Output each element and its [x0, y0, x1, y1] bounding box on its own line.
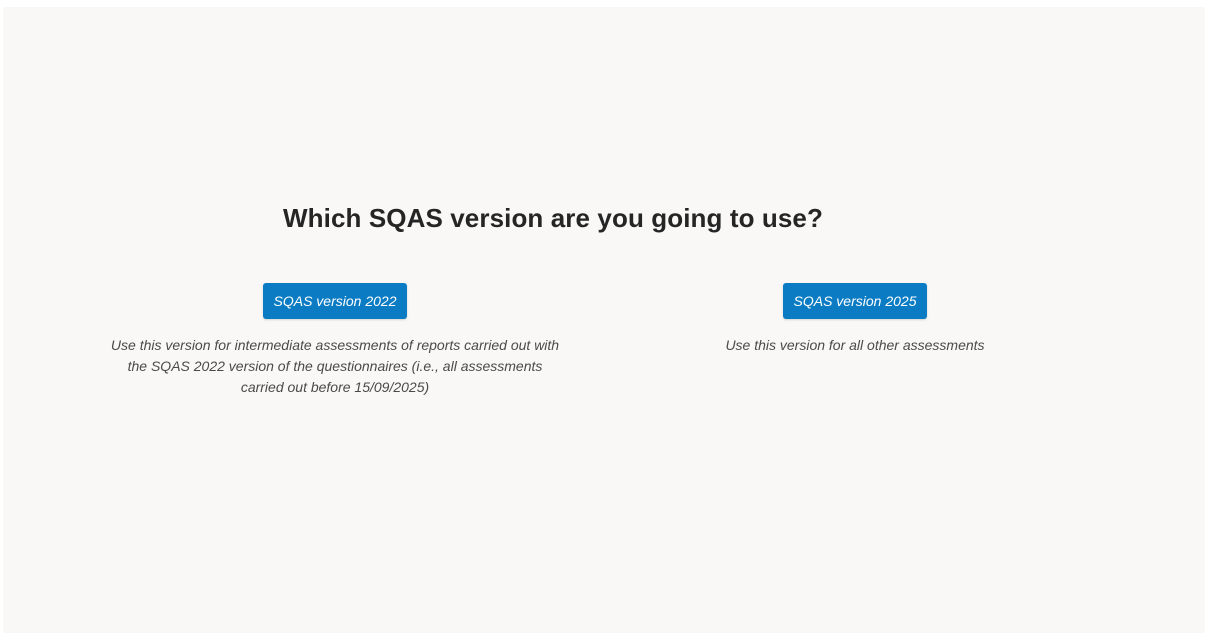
sqas-2022-button[interactable]: SQAS version 2022 — [262, 283, 408, 319]
sqas-2025-button[interactable]: SQAS version 2025 — [782, 283, 928, 319]
option-sqas-2022: SQAS version 2022 Use this version for i… — [107, 283, 563, 398]
version-selection-page: Which SQAS version are you going to use?… — [3, 7, 1205, 633]
option-sqas-2025: SQAS version 2025 Use this version for a… — [655, 283, 1055, 356]
page-title: Which SQAS version are you going to use? — [283, 203, 823, 233]
sqas-2025-description: Use this version for all other assessmen… — [725, 337, 985, 353]
sqas-2022-description: Use this version for intermediate assess… — [110, 337, 560, 395]
